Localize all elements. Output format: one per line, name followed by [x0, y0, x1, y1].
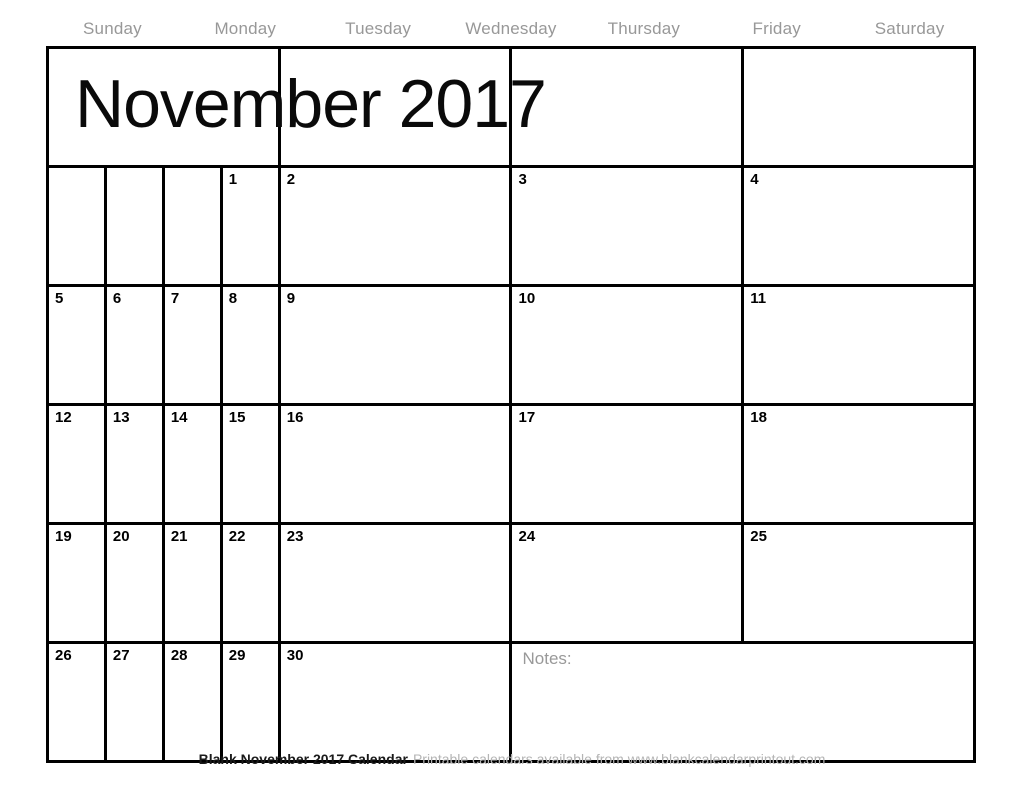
- weekday-header-row: Sunday Monday Tuesday Wednesday Thursday Frid…: [46, 14, 976, 42]
- page-title: November 2017: [75, 66, 547, 142]
- day-number: 11: [750, 290, 767, 307]
- calendar-row: 1 2 3 4: [46, 165, 976, 287]
- day-number: 28: [170, 647, 188, 664]
- day-cell-8[interactable]: 8: [219, 284, 281, 406]
- footer: Blank November 2017 Calendar Printable ca…: [0, 752, 1024, 768]
- day-number: 13: [112, 409, 130, 426]
- day-cell-12[interactable]: 12: [46, 403, 107, 525]
- day-number: 18: [750, 409, 767, 426]
- day-cell-14[interactable]: 14: [161, 403, 223, 525]
- weekday-header-tuesday: Tuesday: [345, 18, 412, 38]
- day-cell-22[interactable]: 22: [219, 522, 281, 644]
- calendar-row: 12 13 14 15 16 17 18: [46, 403, 976, 525]
- month-title-cell: November 2017: [46, 46, 547, 168]
- day-cell-6[interactable]: 6: [103, 284, 165, 406]
- day-cell-28[interactable]: 28: [161, 641, 223, 763]
- day-number: 27: [112, 647, 130, 664]
- day-number: 7: [170, 290, 180, 307]
- day-cell-26[interactable]: 26: [46, 641, 107, 763]
- weekday-header-sunday: Sunday: [83, 18, 142, 38]
- day-number: 17: [518, 409, 536, 426]
- calendar-row: 5 6 7 8 9 10 11: [46, 284, 976, 406]
- weekday-header-saturday: Saturday: [874, 18, 945, 38]
- calendar-grid: November 2017123456789101112131415161718…: [46, 46, 976, 763]
- day-cell-27[interactable]: 27: [103, 641, 165, 763]
- day-cell-30[interactable]: 30: [277, 641, 513, 763]
- day-number: 20: [112, 528, 130, 545]
- day-cell-11[interactable]: 11: [741, 284, 976, 406]
- day-cell-25[interactable]: 25: [741, 522, 976, 644]
- calendar-page: Sunday Monday Tuesday Wednesday Thursday Frid…: [0, 0, 1024, 791]
- calendar-body: November 2017123456789101112131415161718…: [46, 46, 976, 763]
- day-cell-5[interactable]: 5: [46, 284, 107, 406]
- day-number: 6: [112, 290, 122, 307]
- day-cell-9[interactable]: 9: [277, 284, 513, 406]
- day-cell-empty[interactable]: [161, 165, 223, 287]
- day-cell-24[interactable]: 24: [509, 522, 745, 644]
- day-number: 30: [286, 647, 304, 664]
- day-cell-10[interactable]: 10: [509, 284, 745, 406]
- weekday-header-thursday: Thursday: [607, 18, 681, 38]
- day-number: 1: [228, 171, 238, 188]
- footer-note: Printable calendars available from www.b…: [412, 751, 826, 767]
- day-cell-18[interactable]: 18: [741, 403, 976, 525]
- day-cell-15[interactable]: 15: [219, 403, 281, 525]
- day-cell-19[interactable]: 19: [46, 522, 107, 644]
- day-cell-13[interactable]: 13: [103, 403, 165, 525]
- day-cell-21[interactable]: 21: [161, 522, 223, 644]
- day-number: 15: [228, 409, 246, 426]
- day-cell-4[interactable]: 4: [741, 165, 976, 287]
- day-number: 10: [518, 290, 536, 307]
- day-cell-empty[interactable]: [103, 165, 165, 287]
- day-number: 4: [750, 171, 759, 188]
- weekday-header-friday: Friday: [752, 18, 801, 38]
- day-number: 26: [55, 647, 72, 664]
- day-cell-23[interactable]: 23: [277, 522, 513, 644]
- day-cell-29[interactable]: 29: [219, 641, 281, 763]
- day-number: 2: [286, 171, 296, 188]
- day-cell-17[interactable]: 17: [509, 403, 745, 525]
- day-number: 25: [750, 528, 767, 545]
- day-cell-empty[interactable]: [46, 165, 107, 287]
- day-number: 23: [286, 528, 304, 545]
- calendar-row: November 2017: [46, 46, 976, 168]
- day-number: 16: [286, 409, 304, 426]
- day-cell-7[interactable]: 7: [161, 284, 223, 406]
- day-number: 3: [518, 171, 527, 188]
- calendar-row: 26 27 28 29 30 Notes:: [46, 641, 976, 763]
- day-number: 22: [228, 528, 246, 545]
- footer-title: Blank November 2017 Calendar: [198, 751, 408, 767]
- day-number: 5: [55, 290, 64, 307]
- day-number: 14: [170, 409, 188, 426]
- header-blank-cell: [741, 46, 976, 168]
- day-cell-2[interactable]: 2: [277, 165, 513, 287]
- day-number: 19: [55, 528, 72, 545]
- day-cell-16[interactable]: 16: [277, 403, 513, 525]
- day-cell-20[interactable]: 20: [103, 522, 165, 644]
- notes-label: Notes:: [522, 649, 572, 668]
- weekday-header-wednesday: Wednesday: [465, 18, 557, 38]
- day-cell-3[interactable]: 3: [509, 165, 745, 287]
- day-number: 29: [228, 647, 246, 664]
- day-number: 21: [170, 528, 188, 545]
- day-number: 12: [55, 409, 72, 426]
- day-number: 9: [286, 290, 296, 307]
- calendar-row: 19 20 21 22 23 24 25: [46, 522, 976, 644]
- notes-cell[interactable]: Notes:: [509, 641, 976, 763]
- day-cell-1[interactable]: 1: [219, 165, 281, 287]
- day-number: 24: [518, 528, 536, 545]
- day-number: 8: [228, 290, 238, 307]
- weekday-header-monday: Monday: [214, 18, 277, 38]
